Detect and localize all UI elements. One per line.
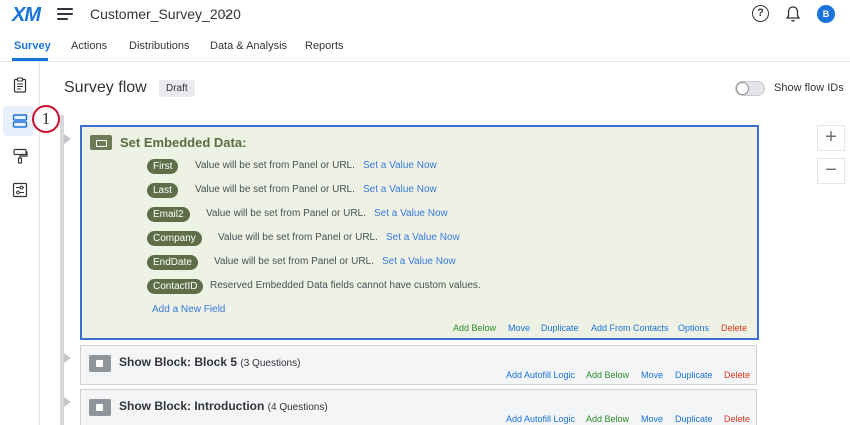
duplicate-link[interactable]: Duplicate — [675, 370, 713, 380]
field-description: Value will be set from Panel or URL. — [195, 160, 355, 171]
tab-survey[interactable]: Survey — [14, 40, 51, 52]
embedded-data-icon — [90, 135, 112, 150]
help-icon[interactable]: ? — [752, 5, 769, 22]
flow-connector-line — [60, 115, 64, 425]
show-block[interactable]: Show Block: Block 5 (3 Questions) Add Au… — [80, 345, 757, 385]
add-below-link[interactable]: Add Below — [586, 370, 629, 380]
field-name-pill[interactable]: EndDate — [147, 255, 198, 270]
tab-data-analysis[interactable]: Data & Analysis — [210, 40, 287, 52]
survey-clipboard-icon[interactable] — [12, 77, 28, 93]
duplicate-link[interactable]: Duplicate — [541, 323, 579, 333]
field-description: Value will be set from Panel or URL. — [218, 232, 378, 243]
show-block[interactable]: Show Block: Introduction (4 Questions) A… — [80, 389, 757, 425]
add-autofill-logic-link[interactable]: Add Autofill Logic — [506, 370, 575, 380]
set-value-link[interactable]: Set a Value Now — [386, 232, 460, 243]
duplicate-link[interactable]: Duplicate — [675, 414, 713, 424]
bell-icon[interactable] — [785, 5, 801, 23]
survey-options-icon[interactable] — [12, 182, 28, 198]
block-cube-icon — [89, 399, 111, 416]
zoom-in-button[interactable]: + — [817, 125, 845, 151]
delete-link[interactable]: Delete — [724, 370, 750, 380]
set-value-link[interactable]: Set a Value Now — [363, 160, 437, 171]
look-and-feel-brush-icon[interactable] — [12, 148, 28, 164]
field-description: Value will be set from Panel or URL. — [206, 208, 366, 219]
add-new-field-link[interactable]: Add a New Field — [152, 304, 225, 315]
block-name: Show Block: Block 5 — [119, 355, 238, 369]
main-nav-tabs: Survey Actions Distributions Data & Anal… — [0, 32, 850, 62]
tab-actions[interactable]: Actions — [71, 40, 107, 52]
flow-arrow-icon — [64, 353, 71, 363]
tab-distributions[interactable]: Distributions — [129, 40, 190, 52]
block-title: Show Block: Block 5 (3 Questions) — [119, 355, 300, 369]
move-link[interactable]: Move — [641, 370, 663, 380]
flow-arrow-icon — [64, 134, 71, 144]
set-value-link[interactable]: Set a Value Now — [374, 208, 448, 219]
status-badge: Draft — [159, 80, 195, 97]
set-value-link[interactable]: Set a Value Now — [382, 256, 456, 267]
flow-arrow-icon — [64, 397, 71, 407]
move-link[interactable]: Move — [641, 414, 663, 424]
field-description: Value will be set from Panel or URL. — [214, 256, 374, 267]
show-flow-ids-toggle[interactable] — [735, 81, 765, 96]
embedded-data-block[interactable]: Set Embedded Data: First Value will be s… — [80, 125, 759, 340]
add-from-contacts-link[interactable]: Add From Contacts — [591, 323, 669, 333]
delete-link[interactable]: Delete — [721, 323, 747, 333]
block-title: Show Block: Introduction (4 Questions) — [119, 399, 328, 413]
field-name-pill[interactable]: First — [147, 159, 179, 174]
xm-logo[interactable]: XM — [12, 4, 41, 27]
add-autofill-logic-link[interactable]: Add Autofill Logic — [506, 414, 575, 424]
tab-reports[interactable]: Reports — [305, 40, 344, 52]
toggle-knob — [736, 82, 749, 95]
top-bar: XM Customer_Survey_2020 ⌵ ? B — [0, 0, 850, 32]
block-cube-icon — [89, 355, 111, 372]
block-title: Set Embedded Data: — [120, 135, 247, 150]
field-description: Reserved Embedded Data fields cannot hav… — [210, 280, 481, 291]
options-link[interactable]: Options — [678, 323, 709, 333]
field-name-pill[interactable]: Email2 — [147, 207, 190, 222]
chevron-down-icon[interactable]: ⌵ — [222, 6, 231, 21]
show-flow-ids-label: Show flow IDs — [774, 82, 844, 94]
user-avatar[interactable]: B — [817, 5, 835, 23]
menu-icon[interactable] — [57, 8, 73, 20]
add-below-link[interactable]: Add Below — [453, 323, 496, 333]
project-title[interactable]: Customer_Survey_2020 — [90, 6, 241, 22]
block-name: Show Block: Introduction — [119, 399, 265, 413]
active-tab-indicator — [12, 58, 48, 61]
zoom-out-button[interactable]: − — [817, 158, 845, 184]
field-name-pill[interactable]: ContactID — [147, 279, 204, 294]
page-title: Survey flow — [64, 79, 147, 96]
step-callout-badge: 1 — [32, 105, 60, 133]
delete-link[interactable]: Delete — [724, 414, 750, 424]
move-link[interactable]: Move — [508, 323, 530, 333]
add-below-link[interactable]: Add Below — [586, 414, 629, 424]
question-count: (4 Questions) — [267, 402, 328, 413]
set-value-link[interactable]: Set a Value Now — [363, 184, 437, 195]
survey-flow-icon[interactable] — [12, 113, 28, 129]
field-name-pill[interactable]: Company — [147, 231, 202, 246]
field-name-pill[interactable]: Last — [147, 183, 178, 198]
field-description: Value will be set from Panel or URL. — [195, 184, 355, 195]
question-count: (3 Questions) — [240, 358, 301, 369]
